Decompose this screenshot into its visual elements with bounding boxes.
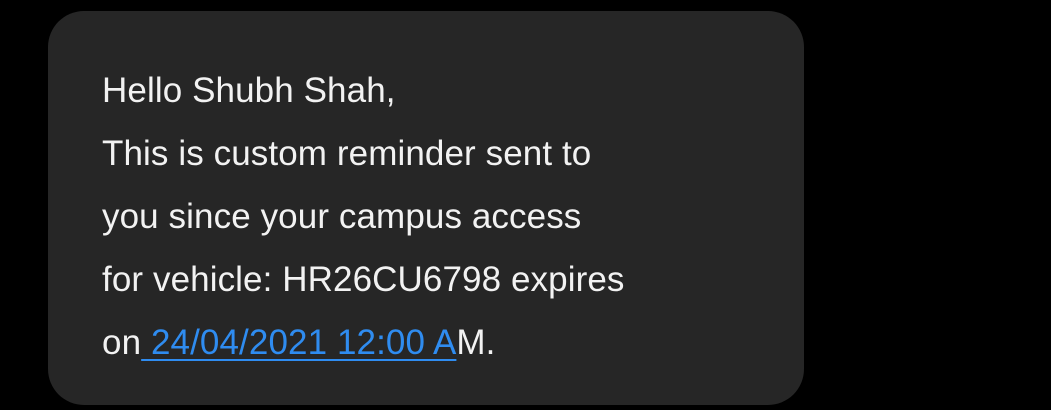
message-bubble[interactable]: Hello Shubh Shah, This is custom reminde…	[48, 11, 804, 405]
expiry-suffix: M.	[456, 323, 496, 362]
message-line-expiry: on 24/04/2021 12:00 AM.	[102, 311, 764, 374]
expiry-datetime-link[interactable]: 24/04/2021 12:00 A	[141, 323, 456, 362]
message-line: you since your campus access	[102, 197, 582, 236]
expiry-prefix: on	[102, 323, 142, 362]
message-line: for vehicle: HR26CU6798 expires	[102, 260, 625, 299]
message-greeting: Hello Shubh Shah,	[102, 71, 396, 110]
message-line: This is custom reminder sent to	[102, 134, 592, 173]
